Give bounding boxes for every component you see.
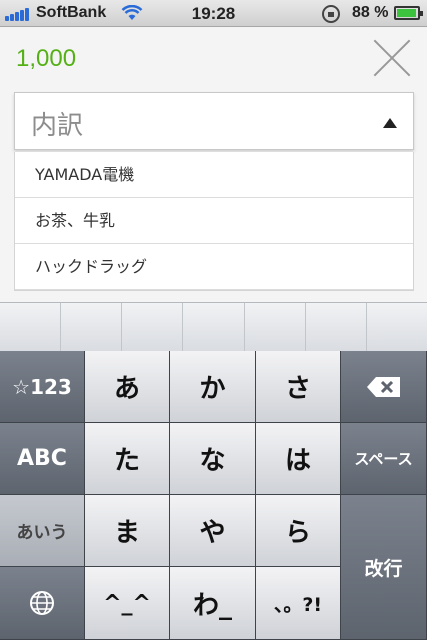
dropdown-item[interactable]: YAMADA電機: [15, 152, 413, 198]
key-label: ら: [284, 518, 311, 548]
kana-keyboard: ☆123 ABC あいう あ か さ た な は ま や ら ^_^ わ_ 、。…: [0, 351, 427, 640]
close-icon[interactable]: [372, 38, 412, 78]
key-label: は: [284, 446, 311, 476]
dropdown-item[interactable]: ハックドラッグ: [15, 244, 413, 290]
prediction-slot[interactable]: [61, 303, 123, 351]
prediction-slot[interactable]: [245, 303, 306, 351]
key-sa[interactable]: さ: [256, 351, 341, 423]
category-dropdown: YAMADA電機 お茶、牛乳 ハックドラッグ: [14, 152, 414, 291]
prediction-bar: [0, 302, 427, 351]
key-label: わ_: [192, 590, 232, 621]
triangle-up-icon: [383, 118, 397, 128]
key-a[interactable]: あ: [85, 351, 170, 423]
prediction-slot[interactable]: [0, 303, 62, 351]
key-label: た: [113, 446, 140, 476]
key-label: ^_^: [103, 590, 151, 616]
key-ha[interactable]: は: [256, 423, 341, 495]
battery-percent: 88 %: [352, 4, 389, 21]
key-label: あ: [113, 374, 140, 404]
kana-key-label: あいう: [16, 523, 68, 543]
kana-key[interactable]: あいう: [0, 495, 85, 567]
space-key-label: スペース: [354, 450, 413, 468]
mode-key[interactable]: ☆123: [0, 351, 85, 423]
return-key[interactable]: 改行: [341, 495, 427, 640]
key-ka[interactable]: か: [170, 351, 256, 423]
status-bar: SoftBank 19:28 88 %: [0, 0, 427, 27]
orientation-lock-icon: [322, 5, 340, 23]
key-label: さ: [284, 374, 311, 404]
key-emoticon[interactable]: ^_^: [85, 567, 170, 640]
battery-icon: [394, 6, 423, 20]
prediction-slot[interactable]: [183, 303, 245, 351]
key-label: や: [199, 518, 226, 548]
delete-icon: [366, 376, 400, 397]
key-label: 、。?!: [273, 593, 323, 616]
key-ya[interactable]: や: [170, 495, 256, 567]
key-label: か: [199, 374, 226, 404]
prediction-slot[interactable]: [367, 303, 427, 351]
key-punctuation[interactable]: 、。?!: [256, 567, 341, 640]
key-label: ま: [113, 518, 140, 548]
key-wa[interactable]: わ_: [170, 567, 256, 640]
abc-key[interactable]: ABC: [0, 423, 85, 495]
return-key-label: 改行: [364, 557, 403, 580]
category-placeholder: 内訳: [31, 111, 84, 141]
delete-key[interactable]: [341, 351, 427, 423]
prediction-slot[interactable]: [122, 303, 184, 351]
entry-form: 1,000 内訳 YAMADA電機 お茶、牛乳 ハックドラッグ: [0, 28, 427, 302]
key-ma[interactable]: ま: [85, 495, 170, 567]
prediction-slot[interactable]: [306, 303, 367, 351]
category-select[interactable]: 内訳: [14, 92, 414, 150]
dropdown-item[interactable]: お茶、牛乳: [15, 198, 413, 244]
globe-icon: [30, 591, 54, 615]
key-na[interactable]: な: [170, 423, 256, 495]
key-ta[interactable]: た: [85, 423, 170, 495]
key-label: な: [199, 446, 226, 476]
abc-key-label: ABC: [17, 446, 67, 471]
globe-key[interactable]: [0, 567, 85, 640]
amount-value[interactable]: 1,000: [16, 45, 76, 73]
space-key[interactable]: スペース: [341, 423, 427, 495]
mode-key-label: ☆123: [12, 374, 72, 399]
key-ra[interactable]: ら: [256, 495, 341, 567]
